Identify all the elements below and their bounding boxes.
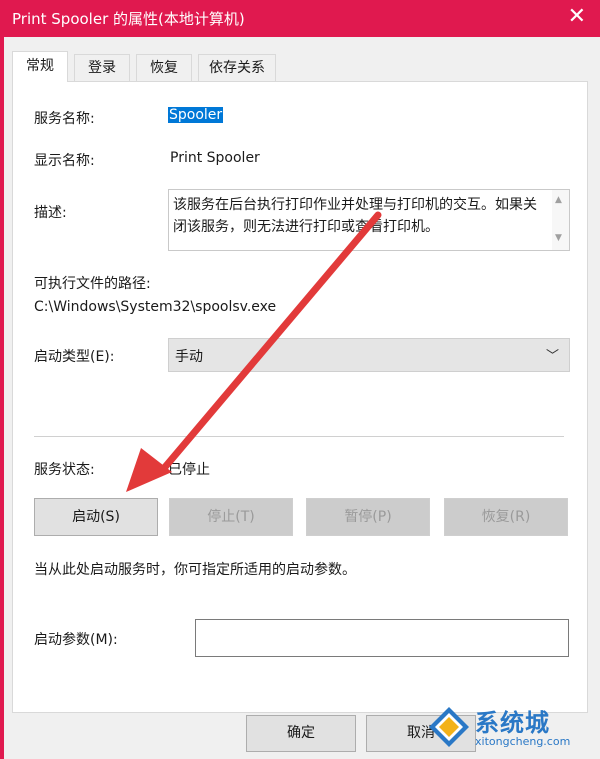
tab-dependencies[interactable]: 依存关系 <box>198 54 276 81</box>
startup-params-input[interactable] <box>195 619 569 657</box>
stop-button[interactable]: 停止(T) <box>169 498 293 536</box>
title-bar: Print Spooler 的属性(本地计算机) ✕ <box>0 0 600 37</box>
scroll-up-icon[interactable]: ▲ <box>555 195 562 205</box>
divider <box>34 436 564 437</box>
watermark-site: xitongcheng.com <box>475 735 571 748</box>
resume-button[interactable]: 恢复(R) <box>444 498 568 536</box>
startup-params-hint: 当从此处启动服务时，你可指定所适用的启动参数。 <box>34 562 356 578</box>
service-status-label: 服务状态: <box>34 462 95 478</box>
ok-button[interactable]: 确定 <box>246 715 356 752</box>
description-text: 该服务在后台执行打印作业并处理与打印机的交互。如果关闭该服务，则无法进行打印或查… <box>173 197 537 235</box>
window-title: Print Spooler 的属性(本地计算机) <box>12 10 245 28</box>
startup-type-label: 启动类型(E): <box>34 349 115 365</box>
scroll-down-icon[interactable]: ▼ <box>555 233 562 243</box>
startup-type-select[interactable]: 手动 ﹀ <box>168 338 570 372</box>
startup-type-value: 手动 <box>175 349 203 365</box>
display-name-value: Print Spooler <box>170 150 260 166</box>
service-status-value: 已停止 <box>168 462 210 478</box>
windows-logo-icon <box>429 707 469 747</box>
description-scrollbar[interactable]: ▲ ▼ <box>552 190 569 250</box>
startup-params-label: 启动参数(M): <box>34 632 118 648</box>
start-button[interactable]: 启动(S) <box>34 498 158 536</box>
display-name-label: 显示名称: <box>34 153 95 169</box>
exe-path-label: 可执行文件的路径: <box>34 276 151 292</box>
exe-path-value: C:\Windows\System32\spoolsv.exe <box>34 299 277 315</box>
pause-button[interactable]: 暂停(P) <box>306 498 430 536</box>
tab-recovery[interactable]: 恢复 <box>136 54 192 81</box>
watermark-brand: 系统城 <box>475 709 550 737</box>
description-box[interactable]: 该服务在后台执行打印作业并处理与打印机的交互。如果关闭该服务，则无法进行打印或查… <box>168 189 570 251</box>
window-border <box>0 37 4 759</box>
chevron-down-icon: ﹀ <box>545 349 559 364</box>
watermark: 系统城 xitongcheng.com <box>427 703 592 753</box>
tab-general[interactable]: 常规 <box>12 51 68 82</box>
tab-logon[interactable]: 登录 <box>74 54 130 81</box>
close-icon[interactable]: ✕ <box>568 4 586 30</box>
description-label: 描述: <box>34 205 67 221</box>
service-name-value[interactable]: Spooler <box>168 107 224 123</box>
service-name-label: 服务名称: <box>34 111 95 127</box>
